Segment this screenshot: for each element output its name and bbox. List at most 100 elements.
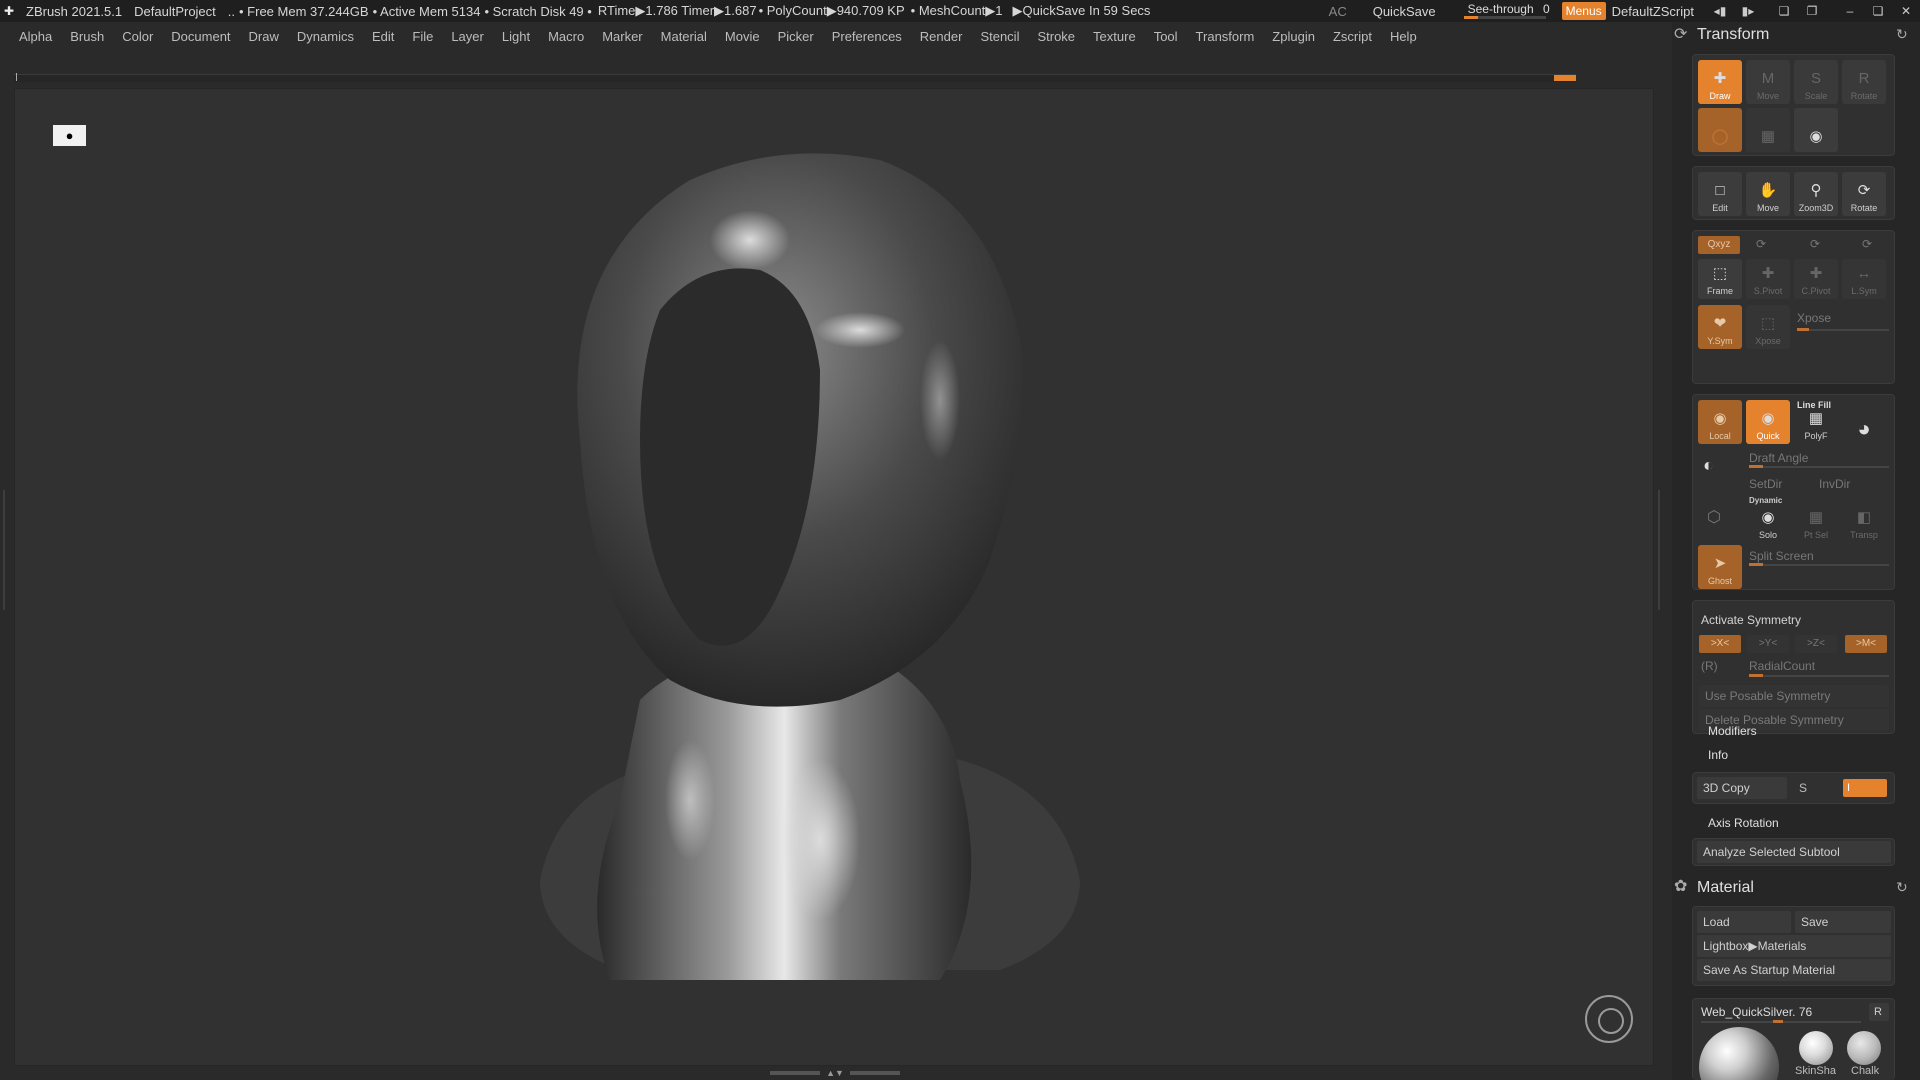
transform-title[interactable]: Transform: [1697, 26, 1769, 44]
brush-sphere-button[interactable]: ◯: [1698, 108, 1742, 152]
menu-dynamics[interactable]: Dynamics: [297, 29, 354, 44]
lsym-button[interactable]: ↔ L.Sym: [1842, 259, 1886, 299]
ac-button[interactable]: AC: [1329, 4, 1347, 19]
save-startup-material-button[interactable]: Save As Startup Material: [1697, 959, 1891, 981]
menu-material[interactable]: Material: [661, 29, 707, 44]
quicksave-button[interactable]: QuickSave: [1373, 4, 1436, 19]
menu-transform[interactable]: Transform: [1196, 29, 1255, 44]
sym-z-button[interactable]: >Z<: [1795, 635, 1837, 653]
menu-tool[interactable]: Tool: [1154, 29, 1178, 44]
transform-reset-icon[interactable]: ↻: [1896, 26, 1908, 43]
rotate-view-button[interactable]: ⟳ Rotate: [1842, 172, 1886, 216]
material-load-button[interactable]: Load: [1697, 911, 1791, 933]
menu-color[interactable]: Color: [122, 29, 153, 44]
menu-movie[interactable]: Movie: [725, 29, 760, 44]
current-material-preview[interactable]: [1699, 1027, 1779, 1080]
material-save-button[interactable]: Save: [1795, 911, 1891, 933]
lightbox-materials-button[interactable]: Lightbox▶Materials: [1697, 935, 1891, 957]
menu-stroke[interactable]: Stroke: [1037, 29, 1075, 44]
wireframe-sphere-button[interactable]: ◕: [1842, 400, 1886, 444]
radial-count-slider[interactable]: [1749, 675, 1889, 677]
menu-draw[interactable]: Draw: [249, 29, 279, 44]
setdir-button[interactable]: SetDir: [1749, 477, 1782, 491]
chalk-material-swatch[interactable]: [1847, 1031, 1881, 1065]
edit-lines-button[interactable]: ▦: [1746, 108, 1790, 152]
right-tray-handle[interactable]: [1658, 490, 1664, 610]
invdir-button[interactable]: InvDir: [1819, 477, 1850, 491]
sym-x-button[interactable]: >X<: [1699, 635, 1741, 653]
window-stack-icon[interactable]: ❏: [1776, 4, 1792, 18]
material-r-button[interactable]: R: [1869, 1003, 1889, 1021]
current-material-name[interactable]: Web_QuickSilver. 76: [1701, 1005, 1812, 1019]
xpose-button[interactable]: ⬚ Xpose: [1746, 305, 1790, 349]
material-reset-icon[interactable]: ↻: [1896, 879, 1908, 896]
menu-alpha[interactable]: Alpha: [19, 29, 52, 44]
keyhole-icon[interactable]: ●: [53, 125, 86, 146]
use-posable-symmetry-button[interactable]: Use Posable Symmetry: [1699, 685, 1889, 707]
menu-document[interactable]: Document: [171, 29, 230, 44]
menu-render[interactable]: Render: [920, 29, 963, 44]
menu-macro[interactable]: Macro: [548, 29, 584, 44]
transp-button[interactable]: ◧ Transp: [1842, 505, 1886, 543]
ptsel-button[interactable]: ▦ Pt Sel: [1794, 505, 1838, 543]
local-button[interactable]: ◉ Local: [1698, 400, 1742, 444]
cpivot-button[interactable]: ✚ C.Pivot: [1794, 259, 1838, 299]
menu-zplugin[interactable]: Zplugin: [1272, 29, 1315, 44]
edit-button[interactable]: □ Edit: [1698, 172, 1742, 216]
info-subpalette[interactable]: Info: [1708, 748, 1728, 762]
free-rotate-icon[interactable]: ⟳: [1862, 237, 1872, 251]
left-tray-handle[interactable]: [3, 490, 9, 610]
ysym-button[interactable]: ❤ Y.Sym: [1698, 305, 1742, 349]
draft-angle-slider[interactable]: [1749, 466, 1889, 468]
rotate-mode-button[interactable]: R Rotate: [1842, 60, 1886, 104]
move-mode-button[interactable]: M Move: [1746, 60, 1790, 104]
see-through-slider[interactable]: See-through 0: [1460, 2, 1550, 20]
menu-edit[interactable]: Edit: [372, 29, 394, 44]
snapshot-button[interactable]: ◉: [1794, 108, 1838, 152]
solo-button[interactable]: ◉ Solo: [1746, 505, 1790, 543]
y-rotate-icon[interactable]: ⟳: [1756, 237, 1766, 251]
minimize-icon[interactable]: –: [1842, 4, 1858, 18]
menu-stencil[interactable]: Stencil: [980, 29, 1019, 44]
z-rotate-icon[interactable]: ⟳: [1810, 237, 1820, 251]
move-view-button[interactable]: ✋ Move: [1746, 172, 1790, 216]
quick-button[interactable]: ◉ Quick: [1746, 400, 1790, 444]
window-copy-icon[interactable]: ❐: [1804, 4, 1820, 18]
frame-button[interactable]: ⬚ Frame: [1698, 259, 1742, 299]
axis-rotation-subpalette[interactable]: Axis Rotation: [1708, 816, 1779, 830]
menu-picker[interactable]: Picker: [778, 29, 814, 44]
sym-m-button[interactable]: >M<: [1845, 635, 1887, 653]
timeline-marker[interactable]: [1554, 75, 1576, 81]
bottom-tray-handle[interactable]: ▲▼: [770, 1068, 900, 1078]
copy3d-button[interactable]: 3D Copy: [1697, 777, 1787, 799]
menus-button[interactable]: Menus: [1561, 2, 1606, 20]
menu-preferences[interactable]: Preferences: [832, 29, 902, 44]
sculpted-hood-model[interactable]: [520, 140, 1100, 1020]
menu-zscript[interactable]: Zscript: [1333, 29, 1372, 44]
timeline-ruler[interactable]: [14, 73, 1576, 82]
menu-layer[interactable]: Layer: [451, 29, 484, 44]
split-screen-slider[interactable]: [1749, 564, 1889, 566]
menu-file[interactable]: File: [412, 29, 433, 44]
menu-help[interactable]: Help: [1390, 29, 1417, 44]
activate-symmetry-button[interactable]: Activate Symmetry: [1701, 613, 1801, 627]
ghost-button[interactable]: ➤ Ghost: [1698, 545, 1742, 589]
navigation-gizmo[interactable]: [1585, 995, 1633, 1043]
draw-button[interactable]: ✚ Draw: [1698, 60, 1742, 104]
xpose-slider[interactable]: [1797, 329, 1889, 331]
menu-light[interactable]: Light: [502, 29, 530, 44]
close-icon[interactable]: ✕: [1898, 4, 1914, 18]
polyf-button[interactable]: ▦ PolyF: [1794, 408, 1838, 444]
menu-texture[interactable]: Texture: [1093, 29, 1136, 44]
menu-brush[interactable]: Brush: [70, 29, 104, 44]
cube-icon[interactable]: ⬡: [1707, 507, 1721, 527]
sym-y-button[interactable]: >Y<: [1747, 635, 1789, 653]
spivot-button[interactable]: ✚ S.Pivot: [1746, 259, 1790, 299]
menu-marker[interactable]: Marker: [602, 29, 642, 44]
layout-arrows-icon-2[interactable]: ▮▸: [1740, 4, 1756, 18]
contrast-icon[interactable]: ◐: [1703, 455, 1714, 476]
skinshade-material-swatch[interactable]: [1799, 1031, 1833, 1065]
restore-icon[interactable]: ❏: [1870, 4, 1886, 18]
analyze-subtool-button[interactable]: Analyze Selected Subtool: [1697, 841, 1891, 863]
xyz-rotate-button[interactable]: Qxyz: [1698, 236, 1740, 254]
